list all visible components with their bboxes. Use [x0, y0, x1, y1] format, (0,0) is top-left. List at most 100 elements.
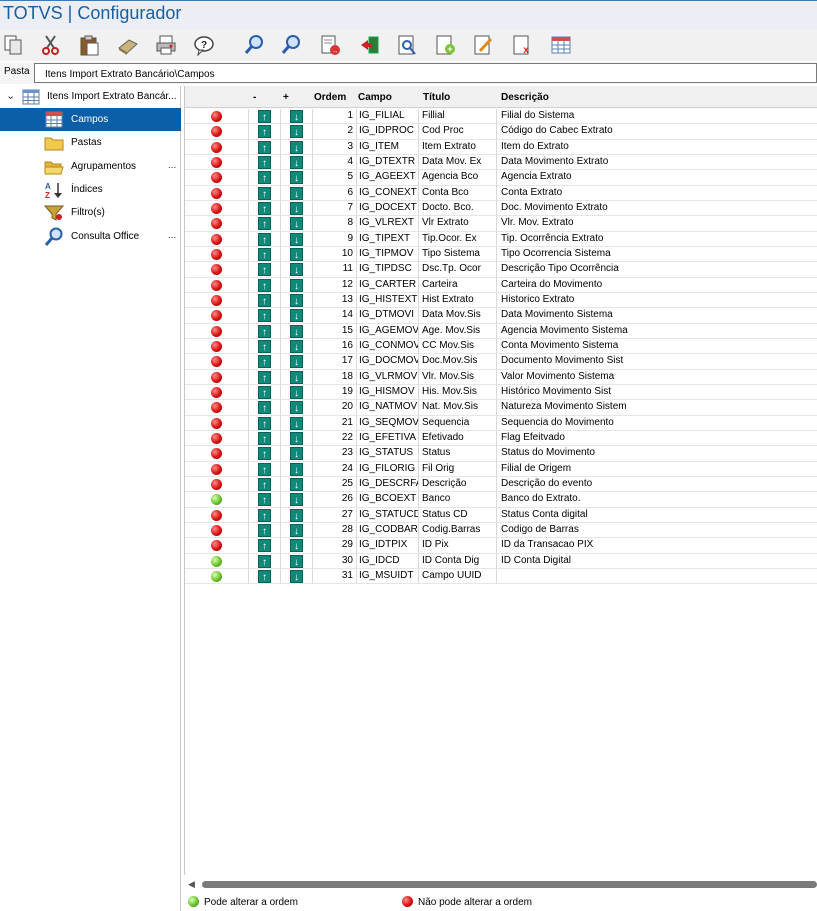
arrow-down-icon[interactable]: ↓: [290, 110, 303, 123]
arrow-up-icon[interactable]: ↑: [258, 309, 271, 323]
arrow-down-icon[interactable]: ↓: [290, 508, 303, 522]
edit-button[interactable]: [471, 33, 495, 57]
scroll-thumb[interactable]: [202, 881, 817, 888]
arrow-down-icon[interactable]: ↓: [290, 339, 303, 353]
arrow-down-icon[interactable]: ↓: [290, 569, 303, 583]
arrow-down-icon[interactable]: ↓: [290, 140, 303, 154]
table-button[interactable]: [549, 33, 573, 57]
arrow-up-icon[interactable]: ↑: [258, 263, 271, 277]
tree-root[interactable]: ⌄ Itens Import Extrato Bancár...: [0, 86, 181, 108]
arrow-up-icon[interactable]: ↑: [258, 110, 271, 123]
table-row[interactable]: ↑ ↓ 23 IG_STATUS Status Status do Movimento: [185, 446, 817, 462]
header-titulo[interactable]: Título: [423, 92, 450, 103]
arrow-up-icon[interactable]: ↑: [258, 401, 271, 415]
table-row[interactable]: ↑ ↓ 30 IG_IDCD ID Conta Dig ID Conta Digital: [185, 553, 817, 569]
arrow-down-icon[interactable]: ↓: [290, 201, 303, 215]
header-descricao[interactable]: Descrição: [501, 92, 549, 103]
table-row[interactable]: ↑ ↓ 3 IG_ITEM Item Extrato Item do Extrato: [185, 139, 817, 155]
arrow-down-icon[interactable]: ↓: [290, 539, 303, 553]
table-row[interactable]: ↑ ↓ 2 IG_IDPROC Cod Proc Código do Cabec Extr…: [185, 124, 817, 140]
arrow-up-icon[interactable]: ↑: [258, 155, 271, 169]
table-row[interactable]: ↑ ↓ 17 IG_DOCMOV Doc.Mov.Sis Documento Movime…: [185, 354, 817, 370]
export-button[interactable]: →: [318, 33, 342, 57]
delete-button[interactable]: x: [510, 33, 534, 57]
arrow-up-icon[interactable]: ↑: [258, 217, 271, 231]
arrow-down-icon[interactable]: ↓: [290, 385, 303, 399]
arrow-down-icon[interactable]: ↓: [290, 186, 303, 200]
table-row[interactable]: ↑ ↓ 27 IG_STATUCD Status CD Status Conta digi…: [185, 507, 817, 523]
arrow-up-icon[interactable]: ↑: [258, 523, 271, 537]
new-button[interactable]: +: [433, 33, 457, 57]
search-button[interactable]: [242, 33, 266, 57]
table-row[interactable]: ↑ ↓ 6 IG_CONEXT Conta Bco Conta Extrato: [185, 185, 817, 201]
header-ordem[interactable]: Ordem: [314, 92, 346, 103]
table-row[interactable]: ↑ ↓ 15 IG_AGEMOV Age. Mov.Sis Agencia Movimen…: [185, 323, 817, 339]
table-row[interactable]: ↑ ↓ 11 IG_TIPDSC Dsc.Tp. Ocor Descrição Tipo …: [185, 262, 817, 278]
table-row[interactable]: ↑ ↓ 10 IG_TIPMOV Tipo Sistema Tipo Ocorrencia…: [185, 246, 817, 263]
table-row[interactable]: ↑ ↓ 20 IG_NATMOV Nat. Mov.Sis Natureza Movime…: [185, 400, 817, 416]
table-row[interactable]: ↑ ↓ 21 IG_SEQMOV Sequencia Sequencia do Movim…: [185, 415, 817, 431]
eraser-button[interactable]: [116, 33, 140, 57]
arrow-down-icon[interactable]: ↓: [290, 416, 303, 430]
arrow-up-icon[interactable]: ↑: [258, 431, 271, 445]
table-row[interactable]: ↑ ↓ 5 IG_AGEEXT Agencia Bco Agencia Extrato: [185, 170, 817, 186]
arrow-down-icon[interactable]: ↓: [290, 155, 303, 169]
table-row[interactable]: ↑ ↓ 9 IG_TIPEXT Tip.Ocor. Ex Tip. Ocorrência …: [185, 231, 817, 247]
table-row[interactable]: ↑ ↓ 28 IG_CODBAR Codig.Barras Codigo de Barra…: [185, 522, 817, 539]
arrow-up-icon[interactable]: ↑: [258, 508, 271, 522]
table-row[interactable]: ↑ ↓ 8 IG_VLREXT Vlr Extrato Vlr. Mov. Extrato: [185, 216, 817, 232]
arrow-down-icon[interactable]: ↓: [290, 370, 303, 384]
scroll-left-icon[interactable]: ◀: [188, 879, 195, 890]
header-minus[interactable]: -: [253, 92, 256, 103]
arrow-down-icon[interactable]: ↓: [290, 493, 303, 507]
arrow-up-icon[interactable]: ↑: [258, 355, 271, 369]
arrow-up-icon[interactable]: ↑: [258, 539, 271, 553]
horizontal-scrollbar[interactable]: ◀: [184, 878, 817, 891]
table-row[interactable]: ↑ ↓ 4 IG_DTEXTR Data Mov. Ex Data Movimento E…: [185, 154, 817, 171]
help-button[interactable]: ?: [192, 33, 216, 57]
header-campo[interactable]: Campo: [358, 92, 392, 103]
arrow-down-icon[interactable]: ↓: [290, 431, 303, 445]
arrow-up-icon[interactable]: ↑: [258, 186, 271, 200]
arrow-up-icon[interactable]: ↑: [258, 140, 271, 154]
arrow-down-icon[interactable]: ↓: [290, 171, 303, 185]
arrow-down-icon[interactable]: ↓: [290, 309, 303, 323]
arrow-down-icon[interactable]: ↓: [290, 401, 303, 415]
table-row[interactable]: ↑ ↓ 12 IG_CARTER Carteira Carteira do Movimen…: [185, 277, 817, 293]
table-row[interactable]: ↑ ↓ 14 IG_DTMOVI Data Mov.Sis Data Movimento …: [185, 308, 817, 324]
arrow-up-icon[interactable]: ↑: [258, 447, 271, 461]
arrow-down-icon[interactable]: ↓: [290, 355, 303, 369]
arrow-up-icon[interactable]: ↑: [258, 125, 271, 139]
arrow-up-icon[interactable]: ↑: [258, 385, 271, 399]
arrow-down-icon[interactable]: ↓: [290, 477, 303, 491]
arrow-up-icon[interactable]: ↑: [258, 324, 271, 338]
arrow-up-icon[interactable]: ↑: [258, 569, 271, 583]
arrow-down-icon[interactable]: ↓: [290, 462, 303, 476]
exit-button[interactable]: [358, 33, 382, 57]
arrow-up-icon[interactable]: ↑: [258, 554, 271, 568]
chevron-down-icon[interactable]: ⌄: [6, 89, 15, 102]
table-row[interactable]: ↑ ↓ 13 IG_HISTEXT Hist Extrato Historico Extr…: [185, 292, 817, 309]
arrow-up-icon[interactable]: ↑: [258, 232, 271, 246]
table-row[interactable]: ↑ ↓ 22 IG_EFETIVA Efetivado Flag Efeitvado: [185, 430, 817, 447]
arrow-down-icon[interactable]: ↓: [290, 293, 303, 307]
table-row[interactable]: ↑ ↓ 18 IG_VLRMOV Vlr. Mov.Sis Valor Movimento…: [185, 369, 817, 385]
table-row[interactable]: ↑ ↓ 29 IG_IDTPIX ID Pix ID da Transacao PIX: [185, 538, 817, 554]
header-plus[interactable]: +: [283, 92, 289, 103]
arrow-down-icon[interactable]: ↓: [290, 324, 303, 338]
tree-item-consulta-office[interactable]: Consulta Office...: [0, 225, 181, 248]
arrow-down-icon[interactable]: ↓: [290, 447, 303, 461]
arrow-down-icon[interactable]: ↓: [290, 278, 303, 292]
preview-button[interactable]: [395, 33, 419, 57]
arrow-down-icon[interactable]: ↓: [290, 247, 303, 261]
table-row[interactable]: ↑ ↓ 7 IG_DOCEXT Docto. Bco. Doc. Movimento Ex…: [185, 200, 817, 217]
arrow-down-icon[interactable]: ↓: [290, 263, 303, 277]
search-next-button[interactable]: [279, 33, 303, 57]
table-row[interactable]: ↑ ↓ 19 IG_HISMOV His. Mov.Sis Histórico Movim…: [185, 384, 817, 401]
copy-button[interactable]: [1, 33, 25, 57]
arrow-down-icon[interactable]: ↓: [290, 554, 303, 568]
tree-item-agrupamentos[interactable]: Agrupamentos...: [0, 155, 181, 178]
table-row[interactable]: ↑ ↓ 16 IG_CONMOV CC Mov.Sis Conta Movimento S…: [185, 338, 817, 355]
print-button[interactable]: [154, 33, 178, 57]
table-row[interactable]: ↑ ↓ 26 IG_BCOEXT Banco Banco do Extrato.: [185, 492, 817, 508]
